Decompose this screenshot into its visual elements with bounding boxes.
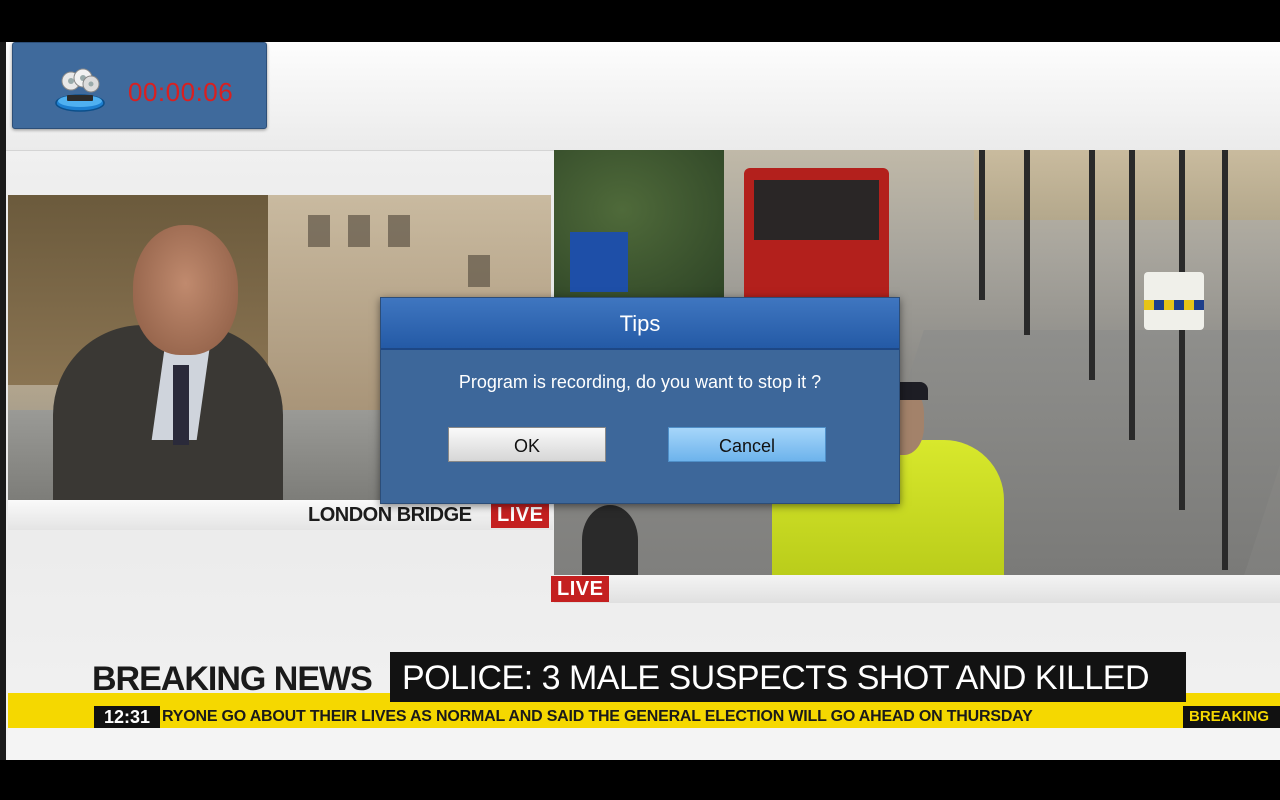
road-sign	[570, 232, 628, 292]
building-window	[468, 255, 490, 287]
interviewee-head	[133, 225, 238, 355]
live-badge-left: LIVE	[491, 502, 550, 528]
ticker-tail: BREAKING	[1183, 706, 1280, 728]
recorder-disc-icon	[55, 68, 105, 112]
police-van-stripe	[1144, 300, 1204, 310]
cancel-button[interactable]: Cancel	[668, 427, 826, 462]
ok-button[interactable]: OK	[448, 427, 606, 462]
building-window	[308, 215, 330, 247]
street-pole	[1024, 150, 1030, 335]
foreground-object	[582, 505, 638, 575]
street-pole	[1222, 150, 1228, 570]
building-window	[348, 215, 370, 247]
street-pole	[1089, 150, 1095, 380]
live-badge-right: LIVE	[551, 576, 610, 602]
recording-timer: 00:00:06	[128, 77, 234, 107]
recording-indicator: 00:00:06	[12, 42, 267, 129]
bus-window	[754, 180, 879, 240]
dialog-message: Program is recording, do you want to sto…	[458, 372, 822, 392]
location-caption: LONDON BRIDGE	[308, 504, 472, 526]
breaking-news-label: BREAKING NEWS	[92, 660, 373, 698]
dialog-title: Tips	[381, 298, 899, 350]
ticker-text: RYONE GO ABOUT THEIR LIVES AS NORMAL AND…	[162, 708, 1033, 725]
background-buildings	[974, 150, 1280, 220]
ticker-clock: 12:31	[94, 706, 160, 728]
headline-text: POLICE: 3 MALE SUSPECTS SHOT AND KILLED	[402, 659, 1150, 697]
building-window	[388, 215, 410, 247]
street-pole	[1179, 150, 1185, 510]
bottom-strip	[8, 728, 1280, 760]
tips-dialog: Tips Program is recording, do you want t…	[380, 297, 900, 504]
street-pole	[1129, 150, 1135, 440]
left-edge-bar	[0, 42, 6, 760]
interviewee-tie	[173, 365, 189, 445]
street-pole	[979, 150, 985, 300]
right-caption-strip	[554, 575, 1280, 603]
